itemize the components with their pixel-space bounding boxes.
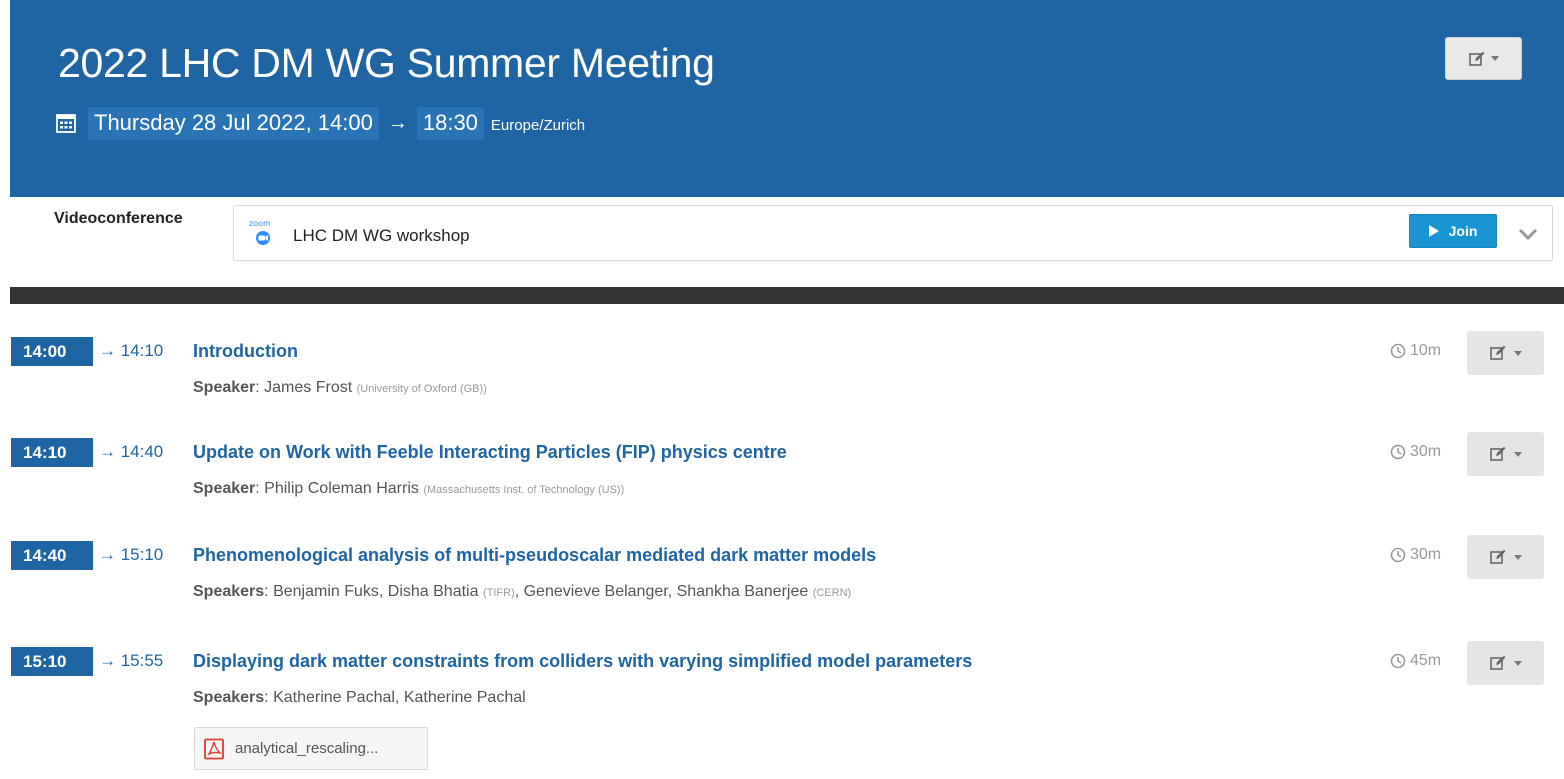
contribution-edit-dropdown-button[interactable] [1467,535,1544,579]
speaker-names: : Katherine Pachal, Katherine Pachal [264,689,526,706]
attachment-link[interactable]: analytical_rescaling... [194,727,428,770]
speaker-names: : James Frost [255,379,353,396]
zoom-logo-icon: zoom [249,219,271,245]
join-button[interactable]: Join [1409,214,1497,248]
speakers: Speaker: James Frost (University of Oxfo… [193,379,487,397]
join-button-label: Join [1448,223,1478,239]
speaker-label: Speakers [193,689,265,706]
calendar-icon [56,114,76,133]
speaker-names: : Benjamin Fuks, Disha Bhatia [264,583,483,600]
end-time: → 15:55 [99,651,164,670]
svg-text:zoom: zoom [249,219,271,228]
caret-down-icon [1513,554,1522,560]
videoconference-label: Videoconference [54,210,183,227]
start-time-badge: 15:10 [11,647,93,676]
contribution-edit-dropdown-button[interactable] [1467,641,1544,685]
videoconference-room-name: LHC DM WG workshop [293,226,470,245]
event-date-row: Thursday 28 Jul 2022, 14:00 → 18:30 Euro… [56,106,585,140]
speaker-names: , Genevieve Belanger, Shankha Banerjee [514,583,813,600]
start-time-badge: 14:40 [11,541,93,570]
speakers: Speakers: Benjamin Fuks, Disha Bhatia (T… [193,583,851,601]
start-time-badge: 14:10 [11,438,93,467]
talk-title-link[interactable]: Phenomenological analysis of multi-pseud… [193,545,876,566]
edit-icon [1489,345,1505,360]
caret-down-icon [1513,451,1522,457]
speaker-affiliation: (University of Oxford (GB)) [356,383,487,395]
caret-down-icon [1513,660,1522,666]
speaker-label: Speaker [193,480,256,497]
end-time: → 15:10 [99,545,164,564]
separator-bar [10,287,1564,304]
contribution-edit-dropdown-button[interactable] [1467,331,1544,375]
duration: 30m [1390,443,1441,461]
edit-icon [1489,549,1505,564]
duration-text: 10m [1410,342,1442,359]
date-arrow: → [387,111,408,134]
start-time-badge: 14:00 [11,337,93,366]
talk-title-link[interactable]: Introduction [193,341,298,362]
speaker-label: Speaker [193,379,256,396]
duration: 30m [1390,546,1441,564]
speaker-affiliation: (Massachusetts Inst. of Technology (US)) [423,484,625,496]
duration-text: 30m [1410,443,1442,460]
talk-title-link[interactable]: Update on Work with Feeble Interacting P… [193,442,787,463]
speaker-affiliation: (CERN) [812,587,852,599]
clock-icon [1390,343,1406,359]
speaker-label: Speakers [193,583,265,600]
speakers: Speaker: Philip Coleman Harris (Massachu… [193,480,624,498]
event-timezone: Europe/Zurich [490,116,586,134]
event-title: 2022 LHC DM WG Summer Meeting [58,40,715,86]
event-start-datetime: Thursday 28 Jul 2022, 14:00 [88,106,379,140]
end-time: → 14:40 [99,442,164,461]
end-time: → 14:10 [99,341,164,360]
speakers: Speakers: Katherine Pachal, Katherine Pa… [193,689,526,707]
duration: 45m [1390,652,1441,670]
duration: 10m [1390,342,1441,360]
clock-icon [1390,653,1406,669]
talk-title-link[interactable]: Displaying dark matter constraints from … [193,651,972,672]
duration-text: 45m [1410,652,1442,669]
chevron-down-icon[interactable] [1517,224,1539,244]
event-end-time: 18:30 [416,106,484,140]
duration-text: 30m [1410,546,1442,563]
event-edit-dropdown-button[interactable] [1445,37,1522,80]
caret-down-icon [1490,56,1499,61]
edit-icon [1489,655,1505,670]
clock-icon [1390,444,1406,460]
edit-icon [1489,446,1505,461]
contribution-edit-dropdown-button[interactable] [1467,432,1544,476]
event-header: 2022 LHC DM WG Summer Meeting Thursday 2… [10,0,1564,197]
play-icon [1428,225,1439,237]
clock-icon [1390,547,1406,563]
speaker-names: : Philip Coleman Harris [255,480,419,497]
videoconference-box: zoom LHC DM WG workshop Join [233,205,1553,261]
edit-icon [1468,51,1484,66]
caret-down-icon [1513,350,1522,356]
pdf-file-icon [204,738,224,759]
attachment-filename: analytical_rescaling... [235,740,379,757]
speaker-affiliation: (TIFR) [482,587,515,599]
